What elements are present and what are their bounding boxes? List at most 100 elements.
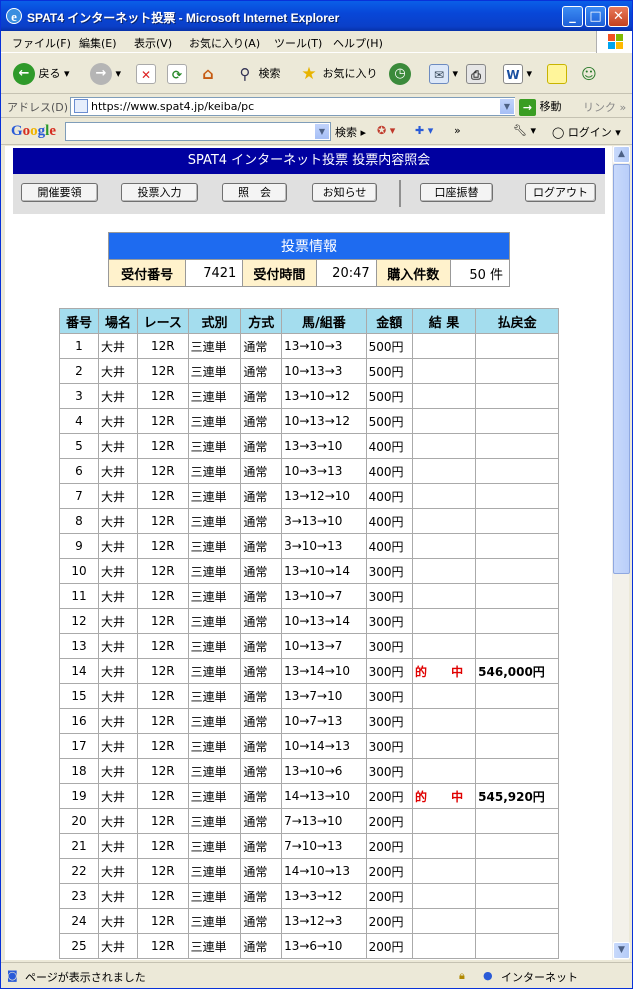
col-header-number: 番号 [59, 308, 99, 334]
cell-method: 通常 [240, 933, 283, 959]
cell-venue: 大井 [98, 583, 138, 609]
nav-button-vote-input[interactable]: 投票入力 [121, 183, 198, 202]
cell-venue: 大井 [98, 508, 138, 534]
cell-amount: 400円 [365, 433, 413, 459]
menu-tools[interactable]: ツール(T) [274, 35, 322, 51]
menu-edit[interactable]: 編集(E) [79, 35, 117, 51]
windows-logo-icon [596, 31, 632, 53]
plus-icon[interactable]: ✚ ▾ [415, 124, 433, 137]
address-dropdown-icon[interactable]: ▼ [499, 98, 515, 115]
print-button[interactable]: ⎙ [466, 62, 486, 86]
table-row: 16 大井 12R 三連単 通常 10→7→13 300円 [59, 708, 559, 734]
cell-bet-type: 三連単 [187, 458, 242, 484]
nav-button-logout[interactable]: ログアウト [525, 183, 596, 202]
cell-race: 12R [136, 633, 189, 659]
cell-payout [475, 458, 559, 484]
table-row: 13 大井 12R 三連単 通常 10→13→7 300円 [59, 633, 559, 659]
scroll-down-icon[interactable]: ▼ [613, 942, 630, 959]
cell-payout [475, 408, 559, 434]
google-dropdown-icon[interactable]: ▼ [314, 123, 330, 140]
cell-number: 14 [59, 658, 99, 684]
cell-bet-type: 三連単 [187, 883, 242, 909]
cell-venue: 大井 [98, 358, 138, 384]
table-row: 25 大井 12R 三連単 通常 13→6→10 200円 [59, 933, 559, 959]
cell-payout [475, 833, 559, 859]
cell-combination: 10→13→14 [281, 608, 367, 634]
receipt-number-label: 受付番号 [107, 259, 187, 287]
cell-number: 9 [59, 533, 99, 559]
pagerank-icon[interactable]: ✪ ▾ [377, 124, 395, 137]
home-button[interactable]: ⌂ [198, 62, 218, 86]
address-input[interactable]: https://www.spat4.jp/keiba/pc [70, 97, 515, 116]
cell-amount: 400円 [365, 483, 413, 509]
cell-combination: 13→10→3 [281, 333, 367, 359]
login-button[interactable]: ◯ ログイン ▾ [552, 124, 621, 140]
go-button[interactable]: → 移動 [519, 97, 562, 116]
internet-zone-icon: ● [483, 969, 493, 982]
google-toolbar: Google g ▾ ▼ 検索 ▸ ✪ ▾ ✚ ▾ » 🔧︎ ▾ ◯ ログイン … [1, 119, 632, 145]
cell-payout [475, 708, 559, 734]
title-bar: e SPAT4 インターネット投票 - Microsoft Internet E… [1, 1, 632, 31]
nav-button-notice[interactable]: お知らせ [312, 183, 377, 202]
cell-bet-type: 三連単 [187, 808, 242, 834]
refresh-button[interactable]: ⟳ [167, 62, 187, 86]
nav-bar: 開催要領 投票入力 照 会 お知らせ 口座振替 ログアウト [13, 174, 605, 214]
nav-button-account-transfer[interactable]: 口座振替 [420, 183, 493, 202]
cell-number: 11 [59, 583, 99, 609]
settings-wrench-icon[interactable]: 🔧︎ ▾ [513, 124, 536, 137]
cell-amount: 200円 [365, 858, 413, 884]
history-button[interactable]: ◷ [389, 62, 411, 86]
maximize-button[interactable]: □ [585, 6, 606, 27]
back-button[interactable]: ← 戻る ▾ [13, 62, 70, 86]
cell-combination: 14→10→13 [281, 858, 367, 884]
forward-button[interactable]: → ▾ [90, 62, 121, 86]
google-search-button[interactable]: 検索 ▸ [335, 124, 366, 140]
nav-button-guide[interactable]: 開催要領 [21, 183, 98, 202]
mail-button[interactable]: ✉ ▾ [429, 62, 458, 86]
menu-file[interactable]: ファイル(F) [12, 35, 71, 51]
cell-venue: 大井 [98, 458, 138, 484]
close-button[interactable]: ✕ [608, 6, 629, 27]
scroll-up-icon[interactable]: ▲ [613, 146, 630, 163]
cell-number: 3 [59, 383, 99, 409]
table-row: 17 大井 12R 三連単 通常 10→14→13 300円 [59, 733, 559, 759]
cell-race: 12R [136, 758, 189, 784]
cell-number: 19 [59, 783, 99, 809]
menu-help[interactable]: ヘルプ(H) [333, 35, 383, 51]
cell-number: 23 [59, 883, 99, 909]
favorites-button[interactable]: ★ お気に入り [299, 62, 377, 86]
search-button[interactable]: ⚲ 検索 [235, 62, 281, 86]
cell-method: 通常 [240, 408, 283, 434]
cell-payout [475, 883, 559, 909]
star-icon: ★ [301, 64, 317, 84]
cell-venue: 大井 [98, 433, 138, 459]
cell-payout [475, 733, 559, 759]
more-icon[interactable]: » [454, 124, 461, 137]
minimize-button[interactable]: _ [562, 6, 583, 27]
table-row: 8 大井 12R 三連単 通常 3→13→10 400円 [59, 508, 559, 534]
menu-view[interactable]: 表示(V) [134, 35, 172, 51]
nav-button-inquiry[interactable]: 照 会 [222, 183, 287, 202]
edit-button[interactable]: W ▾ [503, 62, 532, 86]
cell-method: 通常 [240, 758, 283, 784]
discuss-button[interactable] [547, 62, 567, 86]
table-row: 4 大井 12R 三連単 通常 10→13→12 500円 [59, 408, 559, 434]
stop-button[interactable]: ✕ [136, 62, 156, 86]
cell-race: 12R [136, 583, 189, 609]
cell-payout [475, 808, 559, 834]
cell-race: 12R [136, 358, 189, 384]
vertical-scrollbar[interactable]: ▲ ▼ [612, 146, 630, 960]
links-button[interactable]: リンク » [583, 99, 626, 115]
cell-bet-type: 三連単 [187, 433, 242, 459]
menu-favorites[interactable]: お気に入り(A) [189, 35, 260, 51]
cell-result [411, 808, 477, 834]
col-header-venue: 場名 [98, 308, 138, 334]
scroll-thumb[interactable] [613, 164, 630, 574]
links-label: リンク [583, 101, 616, 114]
col-header-result: 結 果 [411, 308, 477, 334]
messenger-button[interactable]: ☺ [579, 62, 599, 86]
google-search-input[interactable] [65, 122, 331, 141]
cell-bet-type: 三連単 [187, 483, 242, 509]
cell-venue: 大井 [98, 808, 138, 834]
messenger-icon: ☺ [581, 65, 597, 83]
